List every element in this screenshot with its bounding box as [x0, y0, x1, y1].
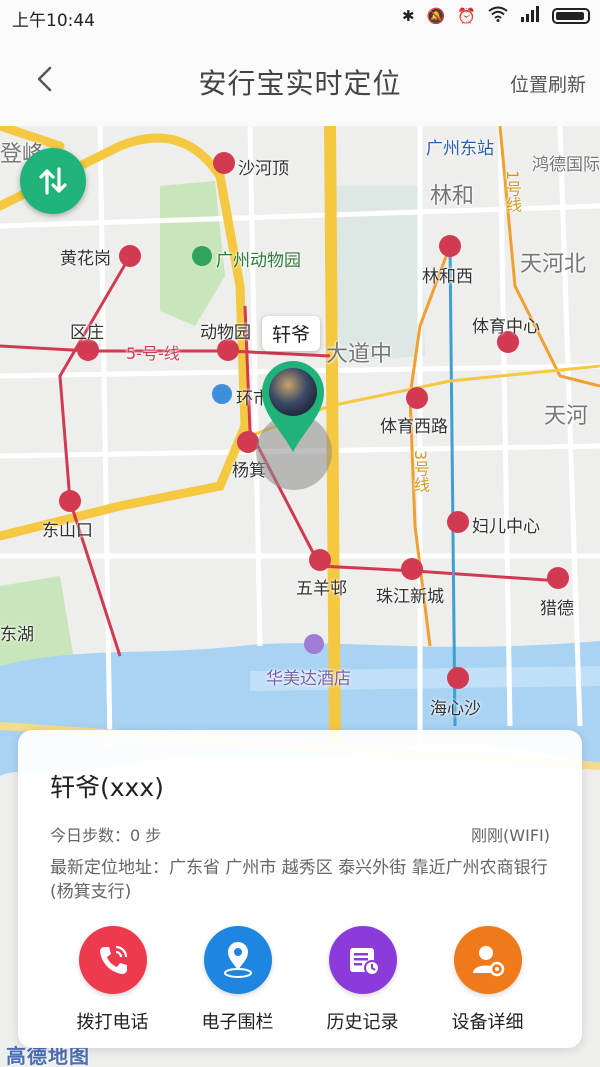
map-label-ouzhuang: 区庄	[70, 323, 104, 343]
latest-address: 最新定位地址：广东省 广州市 越秀区 泰兴外街 靠近广州农商银行(杨箕支行)	[50, 858, 548, 902]
user-settings-icon	[453, 926, 522, 994]
geofence-label: 电子围栏	[201, 1012, 274, 1033]
map-label-huanghuagang: 黄花岗	[60, 249, 111, 269]
map-label-line5: 5-号-线	[126, 344, 180, 363]
alarm-icon: ⏰	[457, 7, 476, 25]
map-label-liede: 猎德	[540, 599, 574, 619]
device-location-pin[interactable]	[258, 358, 328, 454]
wifi-icon	[488, 6, 508, 26]
call-button[interactable]: 拨打电话	[50, 926, 175, 1034]
map-label-tianhebei: 天河北	[520, 252, 587, 277]
status-icons: ✱ 🔕 ⏰	[402, 6, 590, 26]
device-info-card: 轩爷(xxx) 今日步数：0 步 刚刚(WIFI) 最新定位地址：广东省 广州市…	[18, 730, 582, 1048]
geofence-button[interactable]: 电子围栏	[175, 926, 300, 1034]
bluetooth-icon: ✱	[402, 7, 415, 25]
call-label: 拨打电话	[76, 1012, 149, 1033]
map-label-haixinsha: 海心沙	[430, 699, 481, 719]
refresh-location-button[interactable]: 位置刷新	[510, 70, 586, 97]
map-label-linhexi: 林和西	[422, 267, 473, 287]
device-details-label: 设备详细	[451, 1012, 524, 1033]
history-button[interactable]: 历史记录	[300, 926, 425, 1034]
location-pin-icon	[203, 926, 272, 994]
action-bar: 拨打电话 电子围栏 历史记录 设备详细	[18, 926, 582, 1034]
status-bar: 上午10:44 ✱ 🔕 ⏰	[0, 0, 600, 34]
device-details-button[interactable]: 设备详细	[425, 926, 550, 1034]
map-label-donghu: 东湖	[0, 625, 34, 645]
map-label-tianhe: 天河	[544, 404, 589, 429]
history-label: 历史记录	[326, 1012, 399, 1033]
status-time: 上午10:44	[12, 11, 95, 31]
history-icon	[328, 926, 397, 994]
swap-arrows-icon	[39, 167, 67, 195]
map-label-linhe: 林和	[430, 184, 475, 209]
map-label-funvzhongxin: 妇儿中心	[472, 517, 540, 537]
map-label-dadaozhong: 大道中	[326, 342, 393, 367]
map-label-huameida: 华美达酒店	[266, 669, 351, 689]
location-source: 刚刚(WIFI)	[471, 826, 550, 845]
step-count: 今日步数：0 步	[50, 826, 162, 845]
map-label-line1: 1号线	[503, 170, 522, 213]
map-label-dongshankou: 东山口	[42, 521, 93, 541]
map-label-line3: 3号线	[411, 450, 430, 493]
map-label-guangzhoudong: 广州东站	[426, 139, 494, 159]
map-label-tiyuxilu: 体育西路	[380, 417, 448, 437]
device-name: 轩爷(xxx)	[50, 773, 164, 802]
map-switch-button[interactable]	[20, 148, 86, 214]
map-label-zoo: 广州动物园	[216, 251, 301, 271]
header-bar: 安行宝实时定位 位置刷新	[0, 34, 600, 126]
phone-icon	[78, 926, 147, 994]
map-label-shahedin: 沙河顶	[238, 159, 289, 179]
battery-icon	[552, 8, 590, 24]
device-name-tag: 轩爷	[262, 316, 321, 351]
map-label-zhujiangxincheng: 珠江新城	[376, 587, 444, 607]
signal-icon	[520, 6, 540, 26]
mute-icon: 🔕	[426, 7, 446, 25]
map-label-tiyuzhongxin: 体育中心	[472, 317, 540, 337]
map-label-dongwuyuan: 动物园	[200, 323, 251, 343]
map-label-hongde: 鸿德国际	[532, 155, 600, 175]
map-label-wuyangcun: 五羊邨	[296, 579, 347, 599]
